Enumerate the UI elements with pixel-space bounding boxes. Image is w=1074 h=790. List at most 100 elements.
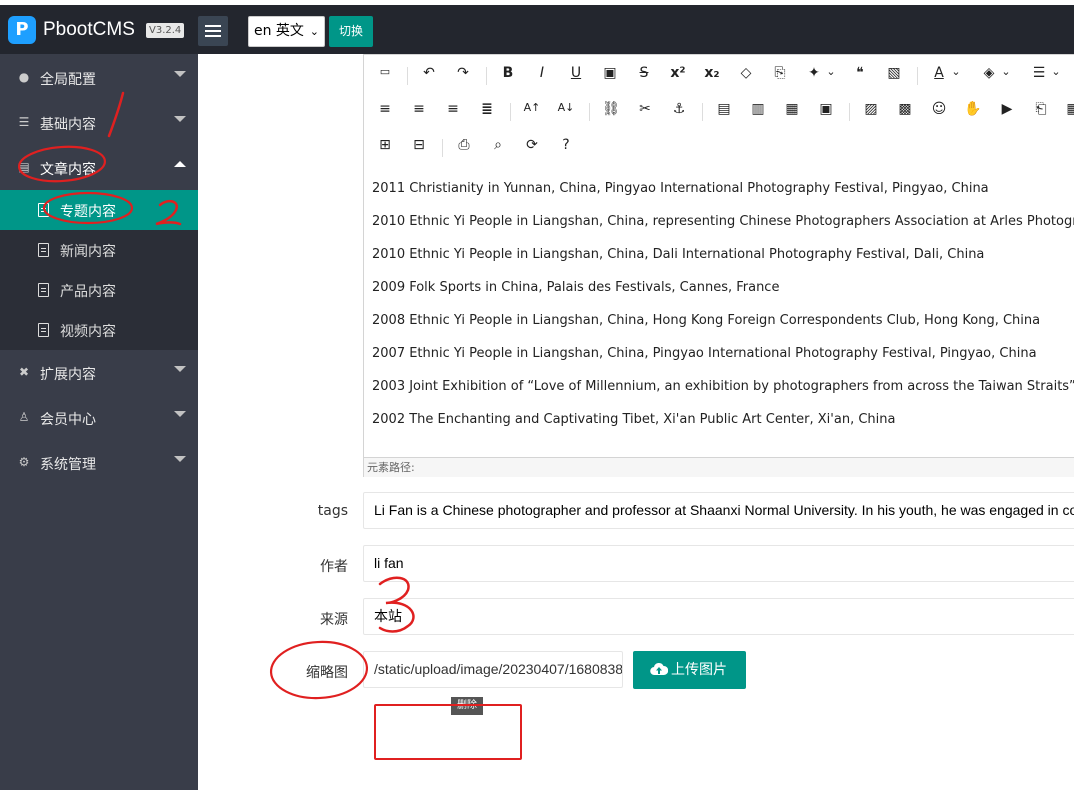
sidebar-item-label: 视频内容 — [60, 324, 116, 340]
preview-icon[interactable]: ⌕ — [487, 137, 509, 159]
ordered-list-icon[interactable]: ☰ — [1028, 65, 1050, 87]
image-none-icon[interactable]: ▦ — [781, 101, 803, 123]
help-icon[interactable]: ? — [555, 137, 577, 159]
article-subnav: 专题内容 新闻内容 产品内容 视频内容 — [0, 190, 198, 350]
image-left-icon[interactable]: ▤ — [713, 101, 735, 123]
element-path-bar: 元素路径: — [364, 457, 1074, 477]
editor-content[interactable]: 2011 Christianity in Yunnan, China, Ping… — [364, 167, 1074, 457]
chevron-down-icon[interactable]: ⌄ — [1050, 65, 1062, 87]
content-line: 2008 Ethnic Yi People in Liangshan, Chin… — [372, 313, 1041, 328]
align-left-icon[interactable]: ≡ — [374, 101, 396, 123]
print-icon[interactable]: ⎙ — [453, 137, 475, 159]
redo-icon[interactable]: ↷ — [452, 65, 474, 87]
rich-text-editor: ▭ ↶ ↷ B I U ▣ S x² x₂ ◇ ⎘ ✦ ⌄ ❝ ▧ A ⌄ ◈ … — [363, 54, 1074, 477]
sidebar-item-news-content[interactable]: 新闻内容 — [0, 230, 198, 270]
sidebar-item-member-center[interactable]: ♙ 会员中心 — [0, 395, 198, 440]
strikethrough-icon[interactable]: S — [633, 65, 655, 87]
scrawl-icon[interactable]: ✋ — [962, 101, 984, 123]
paste-plain-icon[interactable]: ▧ — [883, 65, 905, 87]
upload-image-label: 上传图片 — [671, 662, 727, 678]
sidebar-item-product-content[interactable]: 产品内容 — [0, 270, 198, 310]
sidebar-item-topic-content[interactable]: 专题内容 — [0, 190, 198, 230]
unlink-icon[interactable]: ✂ — [634, 101, 656, 123]
multi-image-icon[interactable]: ▩ — [894, 101, 916, 123]
highlight-color-icon[interactable]: ◈ — [978, 65, 1000, 87]
text-border-icon[interactable]: ▣ — [599, 65, 621, 87]
align-center-icon[interactable]: ≡ — [408, 101, 430, 123]
font-size-decrease-icon[interactable]: A↓ — [555, 101, 577, 123]
author-input[interactable]: li fan — [363, 545, 1074, 582]
sidebar-item-basic-content[interactable]: ☰ 基础内容 — [0, 100, 198, 145]
sidebar-item-system-management[interactable]: ⚙ 系统管理 — [0, 440, 198, 485]
version-badge: V3.2.4 — [146, 23, 185, 38]
user-icon: ♙ — [18, 410, 30, 424]
thumbnail-label: 缩略图 — [306, 665, 348, 681]
upload-image-button[interactable]: 上传图片 — [633, 651, 746, 689]
tags-label: tags — [317, 503, 348, 519]
chevron-down-icon[interactable]: ⌄ — [950, 65, 962, 87]
sidebar-item-article-content[interactable]: ▤ 文章内容 — [0, 145, 198, 190]
image-right-icon[interactable]: ▥ — [747, 101, 769, 123]
link-icon[interactable]: ⛓ — [600, 101, 622, 123]
file-icon — [38, 323, 49, 337]
anchor-icon[interactable]: ⚓ — [668, 101, 690, 123]
sidebar-item-video-content[interactable]: 视频内容 — [0, 310, 198, 350]
chevron-up-icon — [174, 161, 186, 167]
eraser-icon[interactable]: ◇ — [735, 65, 757, 87]
font-size-increase-icon[interactable]: A↑ — [521, 101, 543, 123]
hamburger-icon — [205, 25, 221, 27]
sidebar: ● 全局配置 ☰ 基础内容 ▤ 文章内容 专题内容 新闻内容 产品内容 视频内容… — [0, 54, 198, 790]
content-line: 2002 The Enchanting and Captivating Tibe… — [372, 412, 896, 427]
editor-toolbar: ▭ ↶ ↷ B I U ▣ S x² x₂ ◇ ⎘ ✦ ⌄ ❝ ▧ A ⌄ ◈ … — [364, 55, 1074, 167]
brand-name[interactable]: PbootCMS — [43, 19, 135, 41]
toolbar-divider — [510, 103, 511, 121]
menu-toggle-button[interactable] — [198, 16, 228, 46]
hamburger-icon — [205, 30, 221, 32]
emoji-icon[interactable]: ☺ — [928, 101, 950, 123]
undo-icon[interactable]: ↶ — [418, 65, 440, 87]
sidebar-item-global-config[interactable]: ● 全局配置 — [0, 55, 198, 100]
insert-image-icon[interactable]: ▨ — [860, 101, 882, 123]
font-color-icon[interactable]: A — [928, 65, 950, 87]
sidebar-item-extended-content[interactable]: ✖ 扩展内容 — [0, 350, 198, 395]
format-painter-icon[interactable]: ⎘ — [769, 65, 791, 87]
sidebar-item-label: 系统管理 — [40, 457, 96, 473]
toolbar-divider — [407, 67, 408, 85]
puzzle-icon: ✖ — [18, 365, 30, 379]
video-icon[interactable]: ▶ — [996, 101, 1018, 123]
toolbar-divider — [486, 67, 487, 85]
thumbnail-input[interactable]: /static/upload/image/20230407/1680838 — [363, 651, 623, 688]
chevron-down-icon[interactable]: ⌄ — [1000, 65, 1012, 87]
underline-icon[interactable]: U — [565, 65, 587, 87]
tags-input[interactable]: Li Fan is a Chinese photographer and pro… — [363, 492, 1074, 529]
sidebar-item-label: 新闻内容 — [60, 244, 116, 260]
blockquote-icon[interactable]: ❝ — [849, 65, 871, 87]
insert-table-icon[interactable]: ⊞ — [374, 137, 396, 159]
content-line: 2011 Christianity in Yunnan, China, Ping… — [372, 181, 989, 196]
chevron-down-icon: ⌄ — [309, 25, 319, 38]
subscript-icon[interactable]: x₂ — [701, 65, 723, 87]
chevron-down-icon — [174, 116, 186, 122]
superscript-icon[interactable]: x² — [667, 65, 689, 87]
toolbar-divider — [702, 103, 703, 121]
language-select[interactable]: en 英文 ⌄ — [248, 16, 325, 47]
italic-icon[interactable]: I — [531, 65, 553, 87]
annotation-rectangle — [374, 704, 522, 760]
align-justify-icon[interactable]: ≣ — [476, 101, 498, 123]
content-line: 2010 Ethnic Yi People in Liangshan, Chin… — [372, 247, 985, 262]
html-source-icon[interactable]: ▭ — [374, 65, 396, 87]
bold-icon[interactable]: B — [497, 65, 519, 87]
image-center-icon[interactable]: ▣ — [815, 101, 837, 123]
magic-wand-icon[interactable]: ✦ — [803, 65, 825, 87]
search-replace-icon[interactable]: ⟳ — [521, 137, 543, 159]
switch-language-button[interactable]: 切换 — [329, 16, 373, 47]
content-line: 2010 Ethnic Yi People in Liangshan, Chin… — [372, 214, 1074, 229]
file-icon — [38, 203, 49, 217]
table-properties-icon[interactable]: ⊟ — [408, 137, 430, 159]
source-input[interactable]: 本站 — [363, 598, 1074, 635]
calendar-icon[interactable]: ▦ — [1064, 101, 1074, 123]
align-right-icon[interactable]: ≡ — [442, 101, 464, 123]
chevron-down-icon[interactable]: ⌄ — [825, 65, 837, 87]
pbootcms-logo-icon[interactable]: P — [8, 16, 36, 44]
attachment-icon[interactable]: ⎗ — [1030, 101, 1052, 123]
